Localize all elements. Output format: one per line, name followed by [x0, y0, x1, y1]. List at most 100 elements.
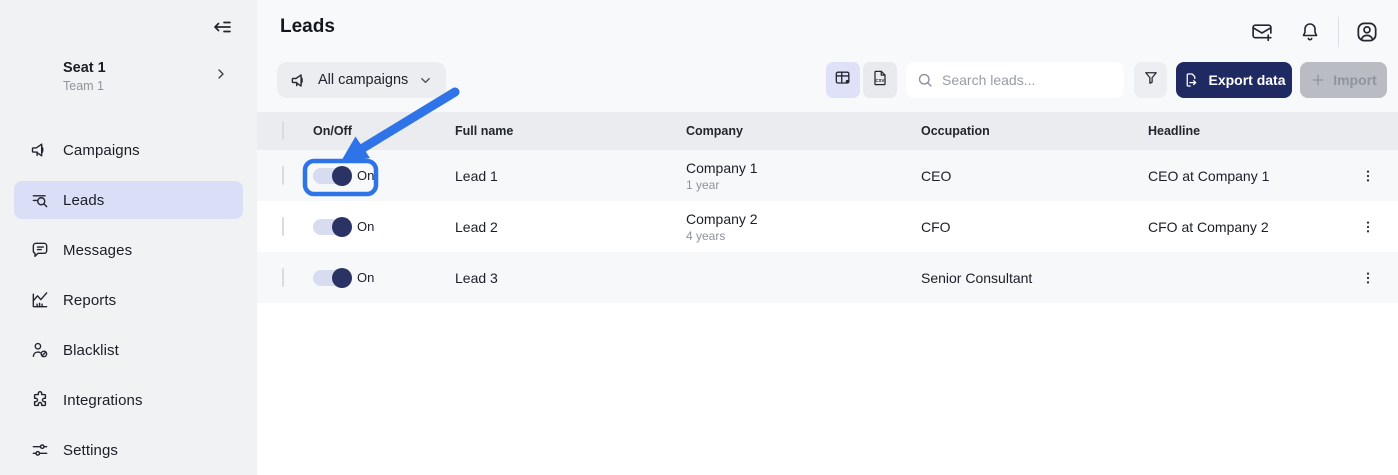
- full-name-cell: Lead 1: [455, 168, 686, 184]
- mail-plus-icon[interactable]: [1249, 19, 1275, 45]
- user-block-icon: [30, 340, 50, 360]
- kebab-icon: [1360, 219, 1376, 235]
- toggle-knob: [332, 166, 352, 186]
- sidebar-item-campaigns[interactable]: Campaigns: [14, 131, 243, 169]
- full-name-cell: Lead 2: [455, 219, 686, 235]
- sidebar-item-blacklist[interactable]: Blacklist: [14, 331, 243, 369]
- sidebar-nav: Campaigns Leads Messages: [14, 131, 243, 475]
- occupation-cell: CFO: [921, 219, 1148, 235]
- file-export-icon: [1182, 71, 1200, 89]
- toolbar: All campaigns: [277, 62, 1387, 98]
- toggle-knob: [332, 217, 352, 237]
- csv-file-icon: CSV: [870, 68, 890, 93]
- filter-button[interactable]: [1134, 62, 1167, 98]
- column-header-headline: Headline: [1148, 124, 1338, 138]
- page-title: Leads: [280, 16, 335, 38]
- collapse-sidebar-button[interactable]: [207, 14, 237, 44]
- toolbar-right: CSV: [826, 62, 1387, 98]
- sidebar-item-integrations[interactable]: Integrations: [14, 381, 243, 419]
- sidebar-item-label: Messages: [63, 242, 132, 259]
- app-window: Seat 1 Team 1 Campaigns: [0, 0, 1398, 475]
- toggle-track: [313, 219, 351, 235]
- table-settings-icon: [833, 68, 853, 93]
- import-button[interactable]: Import: [1300, 62, 1387, 98]
- sidebar-item-messages[interactable]: Messages: [14, 231, 243, 269]
- svg-text:CSV: CSV: [876, 78, 885, 83]
- table-row-lead-3: On Lead 3 Senior Consultant: [257, 252, 1398, 303]
- company-cell: Company 1 1 year: [686, 160, 921, 192]
- column-header-onoff: On/Off: [313, 124, 455, 138]
- sidebar-item-label: Campaigns: [63, 142, 140, 159]
- company-cell: Company 2 4 years: [686, 211, 921, 243]
- chart-icon: [30, 290, 50, 310]
- sidebar-item-label: Settings: [63, 442, 118, 459]
- company-cell: [686, 277, 921, 279]
- lead-toggle[interactable]: On: [313, 168, 455, 184]
- import-label: Import: [1333, 72, 1377, 88]
- row-menu-button[interactable]: [1354, 213, 1382, 241]
- headline-cell: CFO at Company 2: [1148, 219, 1338, 235]
- main-area: Leads: [257, 0, 1398, 475]
- sidebar-item-label: Integrations: [63, 392, 143, 409]
- lead-search-icon: [30, 190, 50, 210]
- select-all-checkbox[interactable]: [282, 121, 284, 140]
- seat-selector[interactable]: Seat 1 Team 1: [63, 60, 239, 93]
- campaign-filter-dropdown[interactable]: All campaigns: [277, 62, 446, 98]
- search-icon: [916, 71, 934, 89]
- table-row-lead-1: On Lead 1 Company 1 1 year CEO CEO at Co…: [257, 150, 1398, 201]
- sidebar-item-label: Blacklist: [63, 342, 119, 359]
- column-header-company: Company: [686, 124, 921, 138]
- sidebar-item-reports[interactable]: Reports: [14, 281, 243, 319]
- search-input[interactable]: [942, 72, 1114, 88]
- search-box: [906, 62, 1124, 98]
- sliders-icon: [30, 440, 50, 460]
- toggle-track: [313, 270, 351, 286]
- sidebar-item-leads[interactable]: Leads: [14, 181, 243, 219]
- row-checkbox[interactable]: [282, 268, 284, 287]
- lead-toggle[interactable]: On: [313, 219, 455, 235]
- plus-icon: [1310, 72, 1326, 88]
- export-data-label: Export data: [1208, 72, 1285, 88]
- toggle-knob: [332, 268, 352, 288]
- csv-view-button[interactable]: CSV: [863, 62, 897, 98]
- chat-icon: [30, 240, 50, 260]
- puzzle-icon: [30, 390, 50, 410]
- table-row-lead-2: On Lead 2 Company 2 4 years CFO CFO at C…: [257, 201, 1398, 252]
- toggle-track: [313, 168, 351, 184]
- megaphone-icon: [290, 71, 309, 90]
- row-menu-button[interactable]: [1354, 162, 1382, 190]
- megaphone-icon: [30, 140, 50, 160]
- lead-toggle[interactable]: On: [313, 270, 455, 286]
- sidebar-item-settings[interactable]: Settings: [14, 431, 243, 469]
- sidebar-item-label: Reports: [63, 292, 116, 309]
- kebab-icon: [1360, 168, 1376, 184]
- occupation-cell: CEO: [921, 168, 1148, 184]
- collapse-sidebar-icon: [210, 15, 234, 44]
- header-divider: [1338, 17, 1339, 47]
- row-checkbox[interactable]: [282, 166, 284, 185]
- column-header-fullname: Full name: [455, 124, 686, 138]
- campaign-filter-label: All campaigns: [318, 72, 408, 88]
- sidebar-item-label: Leads: [63, 192, 104, 209]
- column-header-occupation: Occupation: [921, 124, 1148, 138]
- avatar-icon[interactable]: [1354, 19, 1380, 45]
- leads-table: On/Off Full name Company Occupation Head…: [257, 112, 1398, 475]
- sidebar: Seat 1 Team 1 Campaigns: [0, 0, 257, 475]
- headline-cell: CEO at Company 1: [1148, 168, 1338, 184]
- chevron-down-icon: [418, 73, 433, 88]
- toggle-state-label: On: [357, 168, 374, 183]
- chevron-right-icon: [213, 66, 229, 87]
- toggle-state-label: On: [357, 219, 374, 234]
- kebab-icon: [1360, 270, 1376, 286]
- table-view-button[interactable]: [826, 62, 860, 98]
- funnel-icon: [1142, 69, 1160, 92]
- bell-icon[interactable]: [1297, 19, 1323, 45]
- occupation-cell: Senior Consultant: [921, 270, 1148, 286]
- header-icons: [1249, 17, 1380, 47]
- toggle-state-label: On: [357, 270, 374, 285]
- export-data-button[interactable]: Export data: [1176, 62, 1292, 98]
- row-menu-button[interactable]: [1354, 264, 1382, 292]
- row-checkbox[interactable]: [282, 217, 284, 236]
- full-name-cell: Lead 3: [455, 270, 686, 286]
- table-header-row: On/Off Full name Company Occupation Head…: [257, 112, 1398, 150]
